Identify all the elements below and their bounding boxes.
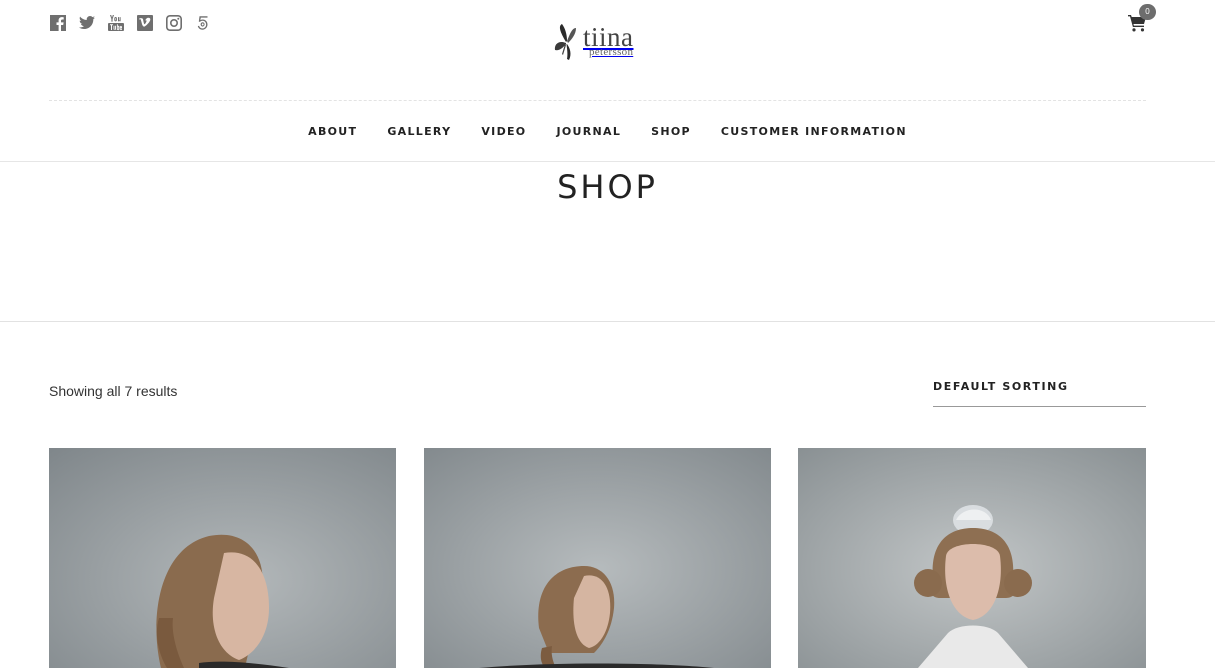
title-divider [0,321,1215,322]
500px-icon[interactable] [194,14,212,32]
site-header: tiina petersson 0 [0,0,1215,100]
product-image-3 [798,448,1146,668]
sorting-select[interactable]: DEFAULT SORTING [933,380,1146,407]
facebook-icon[interactable] [49,14,67,32]
butterfly-logo-icon [554,24,576,60]
product-image-2 [424,448,771,668]
instagram-icon[interactable] [165,14,183,32]
nav-shop[interactable]: SHOP [651,125,691,138]
product-card-3[interactable] [798,448,1146,668]
product-grid [49,448,1146,668]
page-title: SHOP [557,168,658,206]
twitter-icon[interactable] [78,14,96,32]
product-card-1[interactable] [49,448,396,668]
vimeo-icon[interactable] [136,14,154,32]
site-logo[interactable]: tiina petersson [552,22,648,64]
nav-video[interactable]: VIDEO [481,125,526,138]
nav-journal[interactable]: JOURNAL [556,125,621,138]
social-links [49,14,212,32]
nav-gallery[interactable]: GALLERY [387,125,451,138]
product-image-1 [49,448,396,668]
nav-about[interactable]: ABOUT [308,125,357,138]
nav-customer-information[interactable]: CUSTOMER INFORMATION [721,125,907,138]
cart-count-badge: 0 [1139,4,1156,20]
results-count: Showing all 7 results [49,383,178,399]
main-navigation: ABOUT GALLERY VIDEO JOURNAL SHOP CUSTOME… [0,101,1215,162]
logo-subtitle: petersson [589,46,634,58]
product-card-2[interactable] [424,448,771,668]
youtube-icon[interactable] [107,14,125,32]
